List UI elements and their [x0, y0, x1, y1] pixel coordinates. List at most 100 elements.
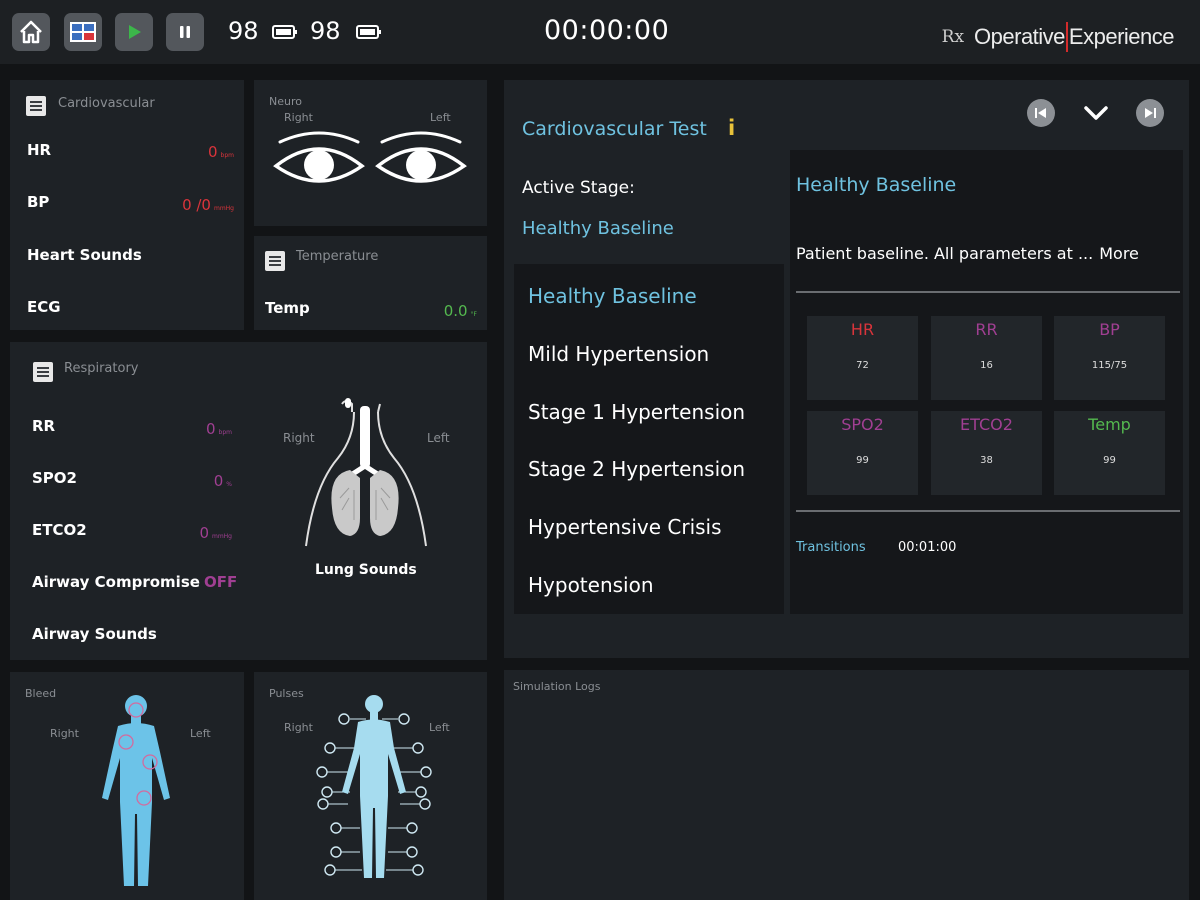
hr-unit: bpm	[220, 152, 234, 159]
chevron-down-icon[interactable]	[1083, 103, 1109, 123]
stage-item-stage-2-hypertension[interactable]: Stage 2 Hypertension	[528, 457, 745, 481]
battery-icon	[272, 25, 297, 39]
vital-tile-etco2: ETCO2 38	[931, 411, 1042, 495]
temp-value: 0.0	[443, 302, 468, 320]
hr-label: HR	[27, 141, 52, 159]
monitor-button[interactable]	[64, 13, 102, 51]
pause-icon	[180, 26, 190, 38]
panel-title: Simulation Logs	[513, 680, 601, 693]
right-label: Right	[284, 111, 313, 124]
spo2-label: SPO2	[32, 469, 77, 487]
stage-list: Healthy Baseline Mild Hypertension Stage…	[514, 264, 784, 614]
bleed-panel: Bleed Right Left	[10, 672, 244, 900]
more-link[interactable]: More	[1099, 244, 1139, 263]
pulse-points-figure-icon[interactable]	[314, 692, 434, 882]
stage-item-hypertensive-crisis[interactable]: Hypertensive Crisis	[528, 515, 722, 539]
temp-label: Temp	[265, 299, 310, 317]
skip-back-icon	[1035, 108, 1046, 118]
temp-value-group[interactable]: 0.0 °F	[444, 302, 477, 320]
right-label: Right	[284, 721, 313, 734]
bp-label: BP	[27, 193, 50, 211]
temperature-panel: Temperature Temp 0.0 °F	[254, 236, 487, 330]
top-bar: 98 98 00:00:00 Rx Operative Experience	[0, 0, 1200, 64]
vital-tile-temp: Temp 99	[1054, 411, 1165, 495]
etco2-value: 0	[199, 524, 209, 542]
ecg-button[interactable]: ECG	[27, 298, 61, 316]
etco2-value-group[interactable]: 0 mmHg	[170, 524, 232, 542]
simulation-timer: 00:00:00	[544, 15, 670, 46]
stage-item-stage-1-hypertension[interactable]: Stage 1 Hypertension	[528, 400, 745, 424]
etco2-unit: mmHg	[211, 533, 232, 540]
stage-item-hypotension[interactable]: Hypotension	[528, 573, 654, 597]
skip-forward-icon	[1145, 108, 1156, 118]
brand-word-1: Operative	[974, 24, 1065, 49]
active-stage-label: Active Stage:	[522, 178, 635, 198]
home-button[interactable]	[12, 13, 50, 51]
hr-value-group[interactable]: 0 bpm	[208, 143, 234, 161]
transitions-label: Transitions	[796, 540, 866, 555]
body-figure-icon[interactable]	[98, 692, 174, 892]
panel-title: Bleed	[25, 687, 57, 700]
vital-value: 115/75	[1091, 360, 1128, 371]
rr-label: RR	[32, 417, 56, 435]
vital-value: 16	[980, 360, 993, 371]
panel-title: Temperature	[296, 249, 379, 264]
airway-compromise-label: Airway Compromise	[32, 573, 200, 591]
hr-value: 0	[207, 143, 218, 161]
previous-stage-button[interactable]	[1027, 99, 1055, 127]
etco2-label: ETCO2	[32, 521, 87, 539]
vital-value: 72	[856, 360, 869, 371]
next-stage-button[interactable]	[1136, 99, 1164, 127]
menu-icon[interactable]	[26, 96, 46, 116]
panel-title: Neuro	[269, 95, 302, 108]
vital-name: SPO2	[841, 415, 884, 434]
rr-unit: bpm	[218, 429, 232, 436]
vital-tile-hr: HR 72	[807, 316, 918, 400]
home-icon	[20, 20, 42, 44]
info-icon[interactable]: i	[728, 116, 735, 140]
scenario-title: Cardiovascular Test	[522, 118, 707, 140]
brand-separator	[1065, 22, 1068, 52]
vital-name: BP	[1099, 320, 1120, 339]
vital-tile-bp: BP 115/75	[1054, 316, 1165, 400]
respiratory-panel: Respiratory RR 0 bpm SPO2 0% ETCO2 0 mmHg …	[10, 342, 487, 660]
simulation-logs-panel: Simulation Logs	[504, 670, 1189, 900]
battery-icon	[356, 25, 381, 39]
rr-value-group[interactable]: 0 bpm	[170, 420, 232, 438]
monitor-layout-icon	[70, 22, 96, 42]
divider	[796, 510, 1180, 512]
stage-item-healthy-baseline[interactable]: Healthy Baseline	[528, 284, 697, 308]
airway-sounds-button[interactable]: Airway Sounds	[32, 625, 157, 643]
panel-title: Cardiovascular	[58, 96, 155, 111]
vital-name: HR	[850, 320, 875, 339]
battery-level-1: 98	[228, 17, 259, 45]
play-button[interactable]	[115, 13, 153, 51]
vital-tile-rr: RR 16	[931, 316, 1042, 400]
menu-icon[interactable]	[33, 362, 53, 382]
left-eye-icon[interactable]	[374, 128, 468, 190]
menu-icon[interactable]	[265, 251, 285, 271]
divider	[796, 291, 1180, 293]
lungs-icon[interactable]	[294, 398, 438, 548]
transitions-value: 00:01:00	[898, 540, 957, 555]
stage-item-mild-hypertension[interactable]: Mild Hypertension	[528, 342, 709, 366]
right-eye-icon[interactable]	[272, 128, 366, 190]
right-label: Right	[50, 727, 79, 740]
cardiovascular-panel: Cardiovascular HR 0 bpm BP 0 /0 mmHg Heart…	[10, 80, 244, 330]
heart-sounds-button[interactable]: Heart Sounds	[27, 246, 142, 264]
left-label: Left	[190, 727, 211, 740]
pause-button[interactable]	[166, 13, 204, 51]
play-icon	[129, 25, 141, 39]
airway-compromise-toggle[interactable]: OFF	[204, 573, 237, 591]
pulses-panel: Pulses Right Left	[254, 672, 487, 900]
lung-sounds-button[interactable]: Lung Sounds	[315, 562, 417, 578]
brand-logo: Rx Operative Experience	[942, 22, 1175, 52]
stage-detail-title: Healthy Baseline	[796, 174, 957, 196]
active-stage-value: Healthy Baseline	[522, 218, 674, 239]
stage-description: Patient baseline. All parameters at ... M…	[796, 244, 1139, 263]
vital-value: 99	[856, 455, 869, 466]
spo2-value-group[interactable]: 0%	[170, 472, 232, 490]
temp-unit: °F	[470, 311, 477, 318]
battery-level-2: 98	[310, 17, 341, 45]
bp-value-group[interactable]: 0 /0 mmHg	[182, 196, 234, 214]
